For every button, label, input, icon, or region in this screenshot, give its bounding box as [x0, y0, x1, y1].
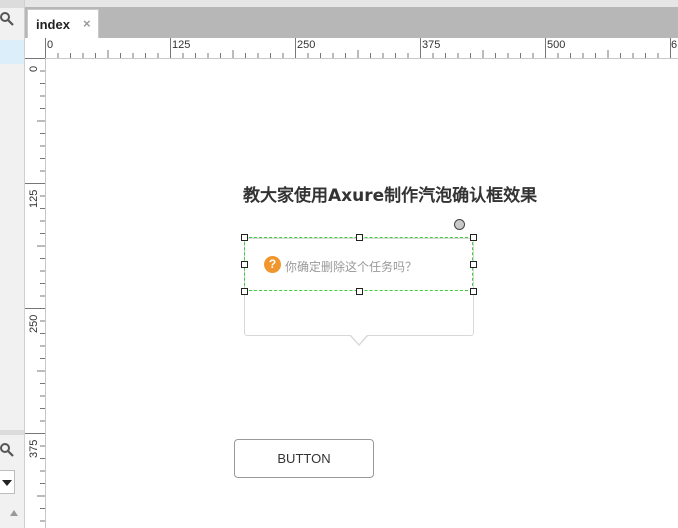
resize-handle[interactable] [356, 288, 363, 295]
tab-index[interactable]: index × [27, 9, 99, 38]
ruler-label: 250 [297, 39, 316, 51]
search-icon[interactable] [0, 443, 14, 457]
vertical-ruler: 0 125 250 375 [25, 58, 46, 528]
ruler-label: 125 [28, 189, 40, 208]
resize-handle[interactable] [470, 288, 477, 295]
question-icon: ? [264, 256, 281, 273]
resize-handle[interactable] [470, 234, 477, 241]
left-panel-top-bar [0, 0, 24, 8]
resize-handle[interactable] [241, 288, 248, 295]
resize-handle[interactable] [241, 261, 248, 268]
ruler-label: 500 [547, 39, 566, 51]
horizontal-ruler: 0 125 250 375 500 6 [45, 38, 678, 59]
resize-handle[interactable] [356, 234, 363, 241]
chevron-down-icon [2, 480, 12, 486]
tab-bar-topline [25, 0, 678, 7]
panel-divider[interactable] [0, 430, 24, 435]
rotate-handle[interactable] [454, 219, 465, 230]
ruler-label: 125 [172, 39, 191, 51]
tab-bar: index × [25, 0, 678, 38]
search-icon[interactable] [0, 12, 14, 26]
close-icon[interactable]: × [83, 16, 91, 31]
bubble-caret-fill [351, 335, 367, 344]
page-title[interactable]: 教大家使用Axure制作汽泡确认框效果 [243, 181, 537, 206]
ruler-label: 6 [671, 39, 678, 51]
confirm-message: 你确定删除这个任务吗？ [285, 260, 418, 274]
resize-handle[interactable] [470, 261, 477, 268]
ruler-corner [25, 38, 46, 59]
ruler-label: 375 [422, 39, 441, 51]
ruler-label: 375 [28, 439, 40, 458]
left-panel [0, 0, 25, 528]
page-list-selected-item[interactable] [0, 40, 24, 64]
ruler-label: 250 [28, 314, 40, 333]
ruler-label: 0 [47, 39, 54, 51]
resize-handle[interactable] [241, 234, 248, 241]
scroll-up-icon[interactable] [10, 510, 18, 516]
tab-label: index [36, 17, 70, 32]
filter-dropdown[interactable] [0, 470, 15, 494]
button[interactable]: BUTTON [234, 439, 374, 478]
ruler-label: 0 [28, 65, 40, 72]
